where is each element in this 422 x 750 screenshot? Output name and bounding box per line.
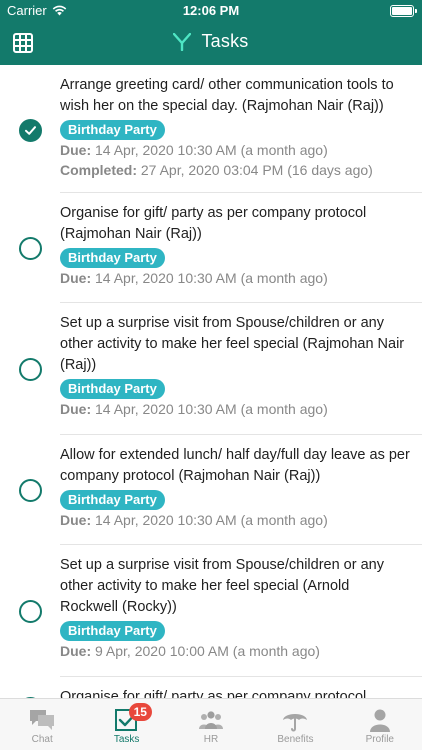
nav-bar: Tasks	[0, 22, 422, 65]
profile-icon	[369, 709, 390, 732]
status-bar: Carrier 12:06 PM	[0, 0, 422, 22]
tab-tasks[interactable]: 15 Tasks	[84, 699, 168, 750]
due-value: 14 Apr, 2020 10:30 AM (a month ago)	[95, 401, 328, 417]
task-text: Arrange greeting card/ other communicati…	[60, 77, 394, 114]
task-item[interactable]: Arrange greeting card/ other communicati…	[0, 65, 422, 193]
task-completed: Completed: 27 Apr, 2020 03:04 PM (16 day…	[60, 160, 410, 180]
task-text: Set up a surprise visit from Spouse/chil…	[60, 557, 384, 615]
task-text: Set up a surprise visit from Spouse/chil…	[60, 315, 405, 373]
task-due: Due: 14 Apr, 2020 10:30 AM (a month ago)	[60, 510, 410, 530]
tab-chat[interactable]: Chat	[0, 699, 84, 750]
due-value: 9 Apr, 2020 10:00 AM (a month ago)	[95, 643, 320, 659]
nav-title-wrap: Tasks	[0, 31, 422, 52]
due-value: 14 Apr, 2020 10:30 AM (a month ago)	[95, 270, 328, 286]
task-text: Allow for extended lunch/ half day/full …	[60, 447, 410, 484]
due-label: Due:	[60, 512, 92, 528]
tab-label: Tasks	[113, 734, 140, 745]
task-text: Organise for gift/ party as per company …	[60, 205, 367, 242]
tab-label: Profile	[365, 734, 394, 745]
checkmark-icon	[25, 126, 36, 135]
due-label: Due:	[60, 142, 92, 158]
task-tag: Birthday Party	[60, 490, 165, 510]
task-due: Due: 14 Apr, 2020 10:30 AM (a month ago)	[60, 268, 410, 288]
task-checkbox[interactable]	[19, 479, 42, 502]
task-due: Due: 14 Apr, 2020 10:30 AM (a month ago)	[60, 399, 410, 419]
task-item[interactable]: Organise for gift/ party as per company …	[0, 677, 422, 698]
umbrella-icon	[283, 714, 308, 732]
app-logo-icon	[173, 32, 192, 51]
due-value: 14 Apr, 2020 10:30 AM (a month ago)	[95, 512, 328, 528]
due-label: Due:	[60, 270, 92, 286]
task-checkbox[interactable]	[19, 237, 42, 260]
hr-people-icon	[199, 711, 224, 729]
tab-hr[interactable]: HR	[169, 699, 253, 750]
tab-label: Chat	[31, 734, 53, 745]
task-checkbox-checked[interactable]	[19, 119, 42, 142]
completed-value: 27 Apr, 2020 03:04 PM (16 days ago)	[140, 162, 373, 178]
task-checkbox[interactable]	[19, 358, 42, 381]
task-due: Due: 9 Apr, 2020 10:00 AM (a month ago)	[60, 641, 410, 661]
task-item[interactable]: Organise for gift/ party as per company …	[0, 193, 422, 303]
due-value: 14 Apr, 2020 10:30 AM (a month ago)	[95, 142, 328, 158]
task-tag: Birthday Party	[60, 120, 165, 140]
completed-label: Completed:	[60, 162, 137, 178]
tab-label: HR	[203, 734, 219, 745]
task-tag: Birthday Party	[60, 621, 165, 641]
tab-label: Benefits	[277, 734, 314, 745]
task-tag: Birthday Party	[60, 379, 165, 399]
task-item[interactable]: Set up a surprise visit from Spouse/chil…	[0, 303, 422, 435]
task-item[interactable]: Set up a surprise visit from Spouse/chil…	[0, 545, 422, 677]
task-text: Organise for gift/ party as per company …	[60, 689, 367, 698]
tab-profile[interactable]: Profile	[338, 699, 422, 750]
task-list[interactable]: Arrange greeting card/ other communicati…	[0, 65, 422, 698]
due-label: Due:	[60, 401, 92, 417]
task-item[interactable]: Allow for extended lunch/ half day/full …	[0, 435, 422, 545]
tab-bar: Chat 15 Tasks HR Benefits Profile	[0, 698, 422, 750]
page-title: Tasks	[201, 31, 249, 51]
tasks-badge: 15	[128, 703, 152, 721]
due-label: Due:	[60, 643, 92, 659]
clock: 12:06 PM	[182, 3, 240, 18]
battery-icon	[390, 5, 417, 17]
task-tag: Birthday Party	[60, 248, 165, 268]
task-due: Due: 14 Apr, 2020 10:30 AM (a month ago)	[60, 140, 410, 160]
task-checkbox[interactable]	[19, 600, 42, 623]
tab-benefits[interactable]: Benefits	[253, 699, 337, 750]
chat-icon	[30, 710, 55, 730]
